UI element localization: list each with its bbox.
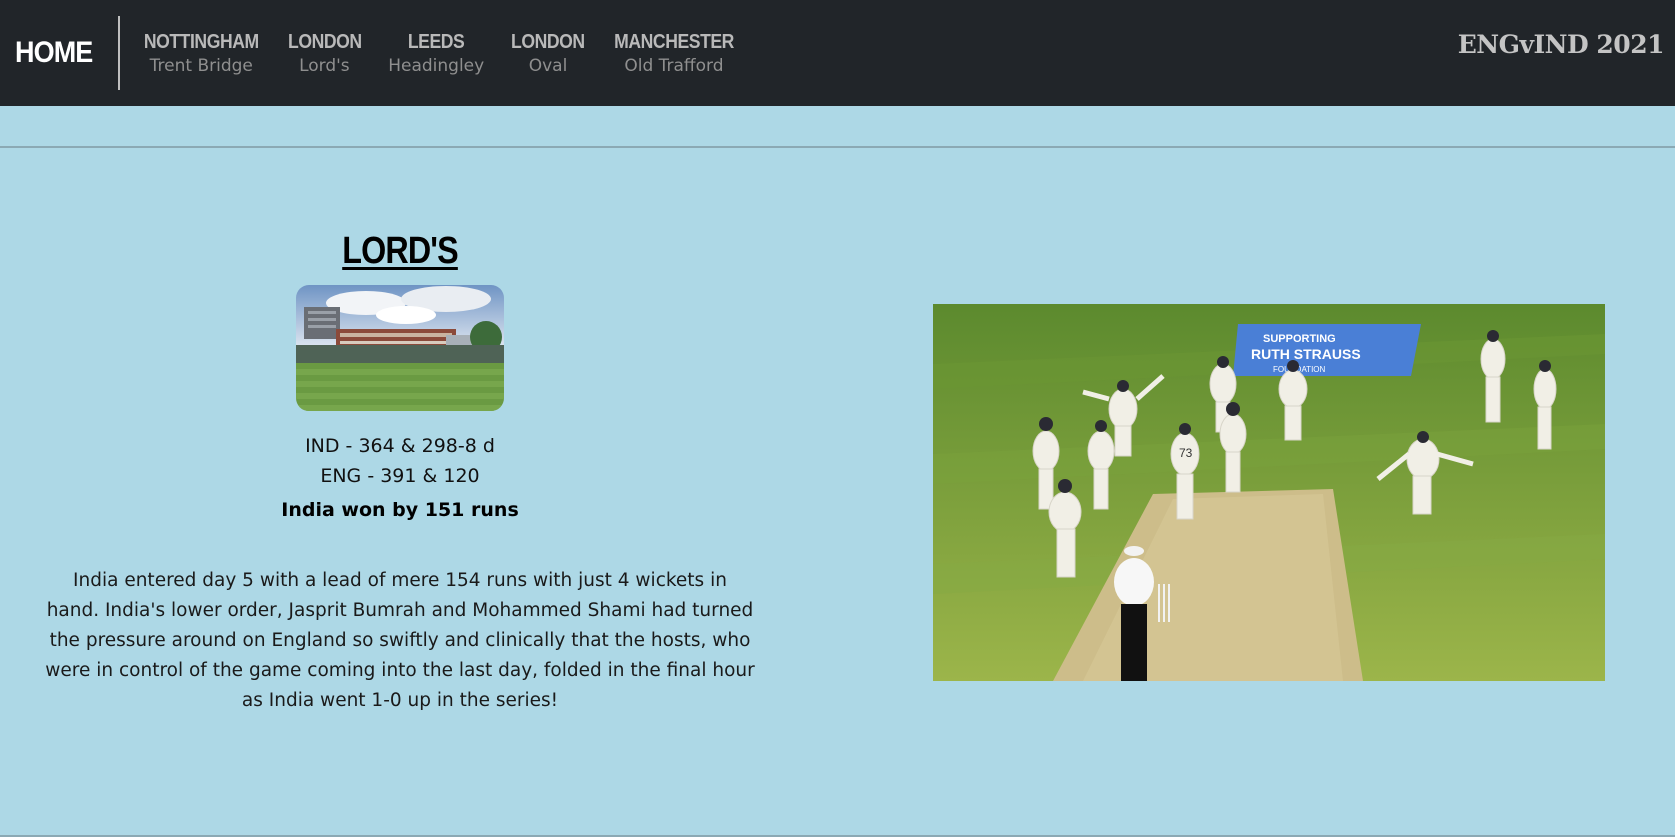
scores: IND - 364 & 298-8 d ENG - 391 & 120 — [40, 431, 760, 491]
home-link[interactable]: HOME — [15, 36, 93, 70]
match-description: India entered day 5 with a lead of mere … — [45, 570, 755, 711]
nav-divider — [118, 16, 120, 90]
stadium-thumbnail — [296, 285, 504, 411]
celebration-photo: SUPPORTING RUTH STRAUSS FOUNDATION 73 — [933, 304, 1605, 681]
navbar: HOME NOTTINGHAM Trent Bridge LONDON Lord… — [0, 0, 1675, 106]
nav-ground: Headingley — [388, 56, 485, 76]
nav-ground: Lord's — [299, 56, 350, 76]
nav-city: LONDON — [287, 31, 362, 53]
section-divider — [0, 146, 1675, 148]
match-summary: LORD'S IND - 364 & 298-8 d ENG - 391 & 1… — [40, 230, 760, 716]
nav-item-manchester[interactable]: MANCHESTER Old Trafford — [598, 29, 750, 77]
brand-title[interactable]: ENGvIND 2021 — [1458, 30, 1665, 59]
nav-city: LONDON — [511, 31, 585, 53]
venue-nav: NOTTINGHAM Trent Bridge LONDON Lord's LE… — [128, 0, 750, 106]
banner-text: SUPPORTING — [1263, 333, 1336, 345]
nav-item-london-lords[interactable]: LONDON Lord's — [275, 29, 375, 77]
match-result: India won by 151 runs — [281, 499, 519, 521]
score-india: IND - 364 & 298-8 d — [305, 435, 495, 457]
nav-item-london-oval[interactable]: LONDON Oval — [498, 29, 598, 77]
score-england: ENG - 391 & 120 — [320, 465, 480, 487]
jersey-number: 73 — [1179, 446, 1193, 460]
stadium-image — [296, 285, 504, 411]
nav-ground: Trent Bridge — [149, 56, 253, 76]
nav-ground: Old Trafford — [624, 56, 724, 76]
banner-text: RUTH STRAUSS — [1251, 346, 1361, 362]
nav-item-nottingham[interactable]: NOTTINGHAM Trent Bridge — [128, 29, 275, 77]
nav-ground: Oval — [528, 56, 568, 76]
page-title: LORD'S — [342, 230, 458, 272]
celebration-image: SUPPORTING RUTH STRAUSS FOUNDATION 73 — [933, 304, 1605, 681]
nav-city: LEEDS — [407, 31, 465, 53]
nav-item-leeds[interactable]: LEEDS Headingley — [374, 29, 498, 77]
nav-city: MANCHESTER — [614, 31, 734, 53]
nav-city: NOTTINGHAM — [143, 31, 259, 53]
